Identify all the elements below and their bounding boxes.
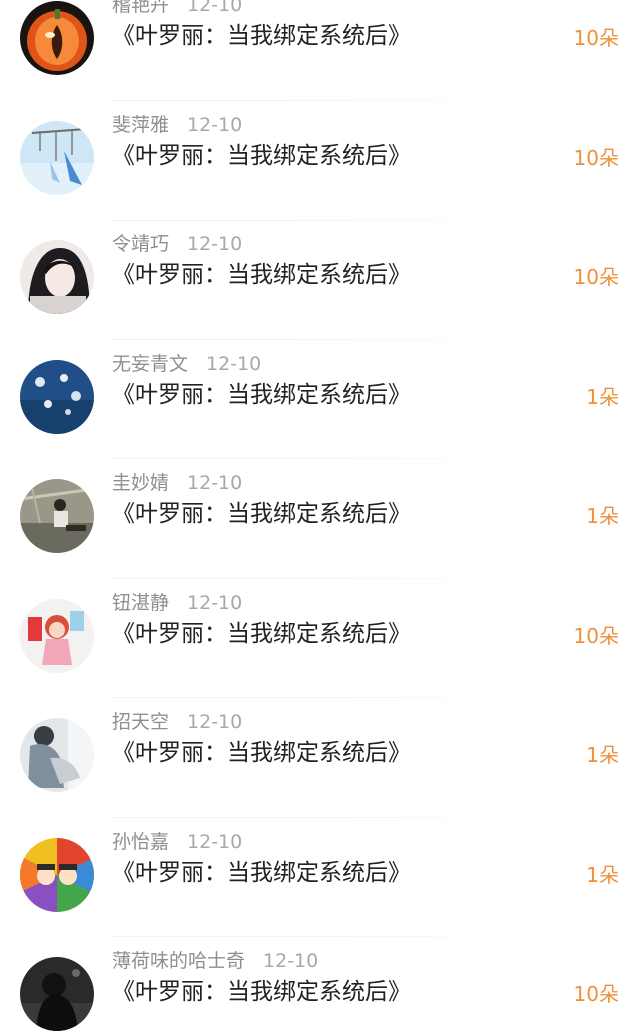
dark-figure-avatar[interactable] [20, 957, 94, 1031]
user-name[interactable]: 圭妙婧 [112, 472, 169, 494]
book-title: 《叶罗丽：当我绑定系统后》 [112, 860, 411, 886]
user-name[interactable]: 斐萍雅 [112, 114, 169, 136]
list-item[interactable]: 钮湛静 12-10 《叶罗丽：当我绑定系统后》 10朵 [0, 579, 640, 698]
flower-count: 10朵 [573, 624, 619, 648]
list-item[interactable]: 圭妙婧 12-10 《叶罗丽：当我绑定系统后》 1朵 [0, 459, 640, 578]
user-name[interactable]: 孙怡嘉 [112, 831, 169, 853]
entry-date: 12-10 [187, 831, 243, 853]
user-name[interactable]: 薄荷味的哈士奇 [112, 950, 245, 972]
doll-avatar[interactable] [20, 599, 94, 673]
entry-date: 12-10 [187, 114, 243, 136]
book-title: 《叶罗丽：当我绑定系统后》 [112, 740, 411, 766]
sitting-person-avatar[interactable] [20, 479, 94, 553]
entry-date: 12-10 [206, 353, 262, 375]
entry-meta: 斐萍雅 12-10 [112, 113, 242, 137]
book-title: 《叶罗丽：当我绑定系统后》 [112, 382, 411, 408]
user-name[interactable]: 无妄青文 [112, 353, 188, 375]
book-title: 《叶罗丽：当我绑定系统后》 [112, 143, 411, 169]
list-item[interactable]: 孙怡嘉 12-10 《叶罗丽：当我绑定系统后》 1朵 [0, 818, 640, 937]
flower-count: 1朵 [586, 743, 619, 767]
book-title: 《叶罗丽：当我绑定系统后》 [112, 501, 411, 527]
list-item[interactable]: 斐萍雅 12-10 《叶罗丽：当我绑定系统后》 10朵 [0, 101, 640, 220]
entry-meta: 孙怡嘉 12-10 [112, 830, 242, 854]
user-name[interactable]: 稽艳卉 [112, 0, 169, 16]
entry-meta: 令靖巧 12-10 [112, 232, 242, 256]
entry-meta: 钮湛静 12-10 [112, 591, 242, 615]
girl-portrait-avatar[interactable] [20, 240, 94, 314]
flower-count: 1朵 [586, 863, 619, 887]
entry-date: 12-10 [263, 950, 319, 972]
cartoon-pair-avatar[interactable] [20, 838, 94, 912]
gift-record-list: 稽艳卉 12-10 《叶罗丽：当我绑定系统后》 10朵 斐萍雅 12-10 《叶罗丽… [0, 0, 640, 1032]
person-knees-avatar[interactable] [20, 718, 94, 792]
sky-windchime-avatar[interactable] [20, 121, 94, 195]
user-name[interactable]: 令靖巧 [112, 233, 169, 255]
entry-meta: 无妄青文 12-10 [112, 352, 261, 376]
flower-count: 1朵 [586, 504, 619, 528]
book-title: 《叶罗丽：当我绑定系统后》 [112, 262, 411, 288]
list-item[interactable]: 稽艳卉 12-10 《叶罗丽：当我绑定系统后》 10朵 [0, 0, 640, 100]
flower-count: 10朵 [573, 265, 619, 289]
entry-date: 12-10 [187, 472, 243, 494]
user-name[interactable]: 钮湛静 [112, 592, 169, 614]
pumpkin-avatar[interactable] [20, 1, 94, 75]
entry-meta: 招天空 12-10 [112, 710, 242, 734]
list-item[interactable]: 招天空 12-10 《叶罗丽：当我绑定系统后》 1朵 [0, 698, 640, 817]
entry-date: 12-10 [187, 711, 243, 733]
flower-count: 10朵 [573, 26, 619, 50]
book-title: 《叶罗丽：当我绑定系统后》 [112, 23, 411, 49]
list-item[interactable]: 无妄青文 12-10 《叶罗丽：当我绑定系统后》 1朵 [0, 340, 640, 459]
entry-date: 12-10 [187, 592, 243, 614]
entry-meta: 圭妙婧 12-10 [112, 471, 242, 495]
book-title: 《叶罗丽：当我绑定系统后》 [112, 979, 411, 1005]
flower-count: 10朵 [573, 146, 619, 170]
list-item[interactable]: 令靖巧 12-10 《叶罗丽：当我绑定系统后》 10朵 [0, 220, 640, 339]
entry-date: 12-10 [187, 0, 243, 16]
blue-butterfly-avatar[interactable] [20, 360, 94, 434]
user-name[interactable]: 招天空 [112, 711, 169, 733]
list-item[interactable]: 薄荷味的哈士奇 12-10 《叶罗丽：当我绑定系统后》 10朵 [0, 937, 640, 1032]
entry-date: 12-10 [187, 233, 243, 255]
entry-meta: 薄荷味的哈士奇 12-10 [112, 949, 318, 973]
entry-meta: 稽艳卉 12-10 [112, 0, 242, 17]
book-title: 《叶罗丽：当我绑定系统后》 [112, 621, 411, 647]
flower-count: 10朵 [573, 982, 619, 1006]
flower-count: 1朵 [586, 385, 619, 409]
